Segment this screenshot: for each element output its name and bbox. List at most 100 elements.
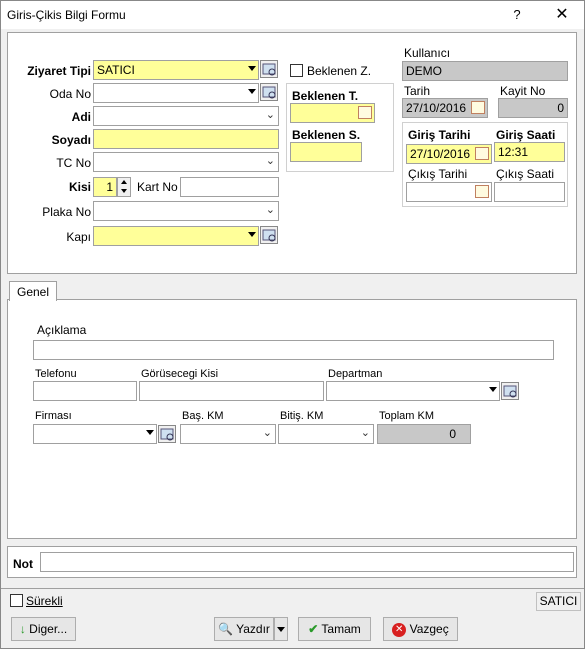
- ziyaret-tipi-lookup-button[interactable]: [260, 60, 278, 78]
- kapi-combo[interactable]: [93, 226, 259, 246]
- gorusecegi-label: Görüsecegi Kisi: [141, 368, 219, 380]
- kayit-no-label: Kayit No: [500, 84, 546, 98]
- lookup-icon: [160, 428, 174, 441]
- calendar-icon[interactable]: [475, 147, 489, 160]
- dropdown-arrow-icon: [146, 430, 154, 435]
- adi-label: Adi: [71, 110, 91, 124]
- checkmark-icon: ✔: [308, 622, 319, 636]
- tarih-field: 27/10/2016: [402, 98, 488, 118]
- cancel-icon: ✕: [392, 622, 407, 637]
- bas-km-combo[interactable]: ⌄: [180, 424, 276, 444]
- diger-button[interactable]: ↓ Diger...: [11, 617, 76, 641]
- kart-no-input[interactable]: [180, 177, 279, 197]
- telefonu-input[interactable]: [33, 381, 137, 401]
- chevron-down-icon: ⌄: [262, 427, 272, 439]
- bas-km-label: Baş. KM: [182, 410, 224, 422]
- beklenen-z-checkbox[interactable]: [290, 64, 303, 77]
- cikis-tarihi-label: Çıkış Tarihi: [408, 167, 468, 181]
- tarih-value: 27/10/2016: [406, 101, 467, 115]
- vazgec-button[interactable]: ✕ Vazgeç: [383, 617, 458, 641]
- spin-down-icon[interactable]: [121, 189, 127, 193]
- beklenen-z-label: Beklenen Z.: [307, 64, 372, 78]
- close-button[interactable]: ✕: [548, 4, 576, 26]
- title-bar: Giris-Çikis Bilgi Formu ? ✕: [1, 1, 584, 29]
- firmasi-combo[interactable]: [33, 424, 157, 444]
- help-button[interactable]: ?: [503, 4, 531, 26]
- aciklama-input[interactable]: [33, 340, 554, 360]
- kisi-input[interactable]: 1: [93, 177, 117, 197]
- gorusecegi-input[interactable]: [139, 381, 324, 401]
- tc-no-combo[interactable]: ⌄: [93, 152, 279, 172]
- oda-no-label: Oda No: [49, 87, 91, 101]
- not-label: Not: [13, 557, 33, 571]
- giris-saati-input[interactable]: 12:31: [494, 142, 565, 162]
- tarih-label: Tarih: [404, 84, 431, 98]
- kullanici-label: Kullanıcı: [404, 46, 451, 60]
- kayit-no-field: 0: [498, 98, 568, 118]
- surekli-label: Sürekli: [26, 594, 63, 608]
- dialog-window: Giris-Çikis Bilgi Formu ? ✕ Ziyaret Tipi…: [0, 0, 585, 649]
- dropdown-arrow-icon: [277, 627, 285, 632]
- tc-no-label: TC No: [56, 156, 91, 170]
- divider: [1, 588, 584, 589]
- tamam-label: Tamam: [321, 622, 361, 636]
- surekli-checkbox[interactable]: [10, 594, 23, 607]
- chevron-down-icon: ⌄: [265, 204, 275, 216]
- cikis-tarihi-input[interactable]: [406, 182, 492, 202]
- dropdown-arrow-icon: [489, 387, 497, 392]
- tamam-button[interactable]: ✔ Tamam: [298, 617, 371, 641]
- departman-combo[interactable]: [326, 381, 500, 401]
- status-text: SATICI: [536, 592, 581, 611]
- chevron-down-icon: ⌄: [360, 427, 370, 439]
- cikis-saati-input[interactable]: [494, 182, 565, 202]
- kapi-lookup-button[interactable]: [260, 226, 278, 244]
- giris-tarihi-value: 27/10/2016: [410, 147, 471, 161]
- chevron-down-icon: ⌄: [265, 155, 275, 167]
- giris-tarihi-input[interactable]: 27/10/2016: [406, 144, 492, 164]
- ziyaret-tipi-combo[interactable]: SATICI: [93, 60, 259, 80]
- oda-no-lookup-button[interactable]: [260, 83, 278, 101]
- soyadi-label: Soyadı: [51, 133, 91, 147]
- toplam-km-label: Toplam KM: [379, 410, 435, 422]
- giris-saati-label: Giriş Saati: [496, 128, 556, 142]
- spin-up-icon[interactable]: [121, 180, 127, 184]
- aciklama-label: Açıklama: [37, 323, 87, 337]
- soyadi-input[interactable]: [93, 129, 279, 149]
- lookup-icon: [503, 385, 517, 398]
- beklenen-s-label: Beklenen S.: [292, 128, 361, 142]
- diger-label: Diger...: [29, 622, 68, 636]
- kapi-label: Kapı: [66, 230, 91, 244]
- print-preview-icon: 🔍: [218, 622, 234, 636]
- adi-combo[interactable]: ⌄: [93, 106, 279, 126]
- calendar-icon: [471, 101, 485, 114]
- kisi-spinner[interactable]: [117, 177, 131, 197]
- yazdir-label: Yazdır: [236, 622, 270, 636]
- plaka-no-combo[interactable]: ⌄: [93, 201, 279, 221]
- bitis-km-combo[interactable]: ⌄: [278, 424, 374, 444]
- lookup-icon: [262, 86, 276, 99]
- beklenen-t-input[interactable]: [290, 103, 375, 123]
- kullanici-field: DEMO: [402, 61, 568, 81]
- tab-genel[interactable]: Genel: [9, 281, 58, 301]
- vazgec-label: Vazgeç: [409, 622, 449, 636]
- ziyaret-tipi-label: Ziyaret Tipi: [27, 64, 91, 78]
- yazdir-dropdown-button[interactable]: [274, 617, 288, 641]
- beklenen-t-label: Beklenen T.: [292, 89, 359, 103]
- calendar-icon[interactable]: [475, 185, 489, 198]
- plaka-no-label: Plaka No: [42, 205, 91, 219]
- beklenen-s-input[interactable]: [290, 142, 362, 162]
- not-input[interactable]: [40, 552, 574, 572]
- window-title: Giris-Çikis Bilgi Formu: [7, 8, 126, 22]
- oda-no-combo[interactable]: [93, 83, 259, 103]
- firmasi-lookup-button[interactable]: [158, 425, 176, 443]
- yazdir-button[interactable]: 🔍 Yazdır: [214, 617, 274, 641]
- departman-lookup-button[interactable]: [501, 382, 519, 400]
- kart-no-label: Kart No: [137, 180, 178, 194]
- arrow-down-icon: ↓: [19, 622, 26, 636]
- cikis-saati-label: Çıkış Saati: [496, 167, 555, 181]
- calendar-icon[interactable]: [358, 106, 372, 119]
- dropdown-arrow-icon: [248, 89, 256, 94]
- toplam-km-field: 0: [377, 424, 471, 444]
- dropdown-arrow-icon: [248, 66, 256, 71]
- departman-label: Departman: [328, 368, 383, 380]
